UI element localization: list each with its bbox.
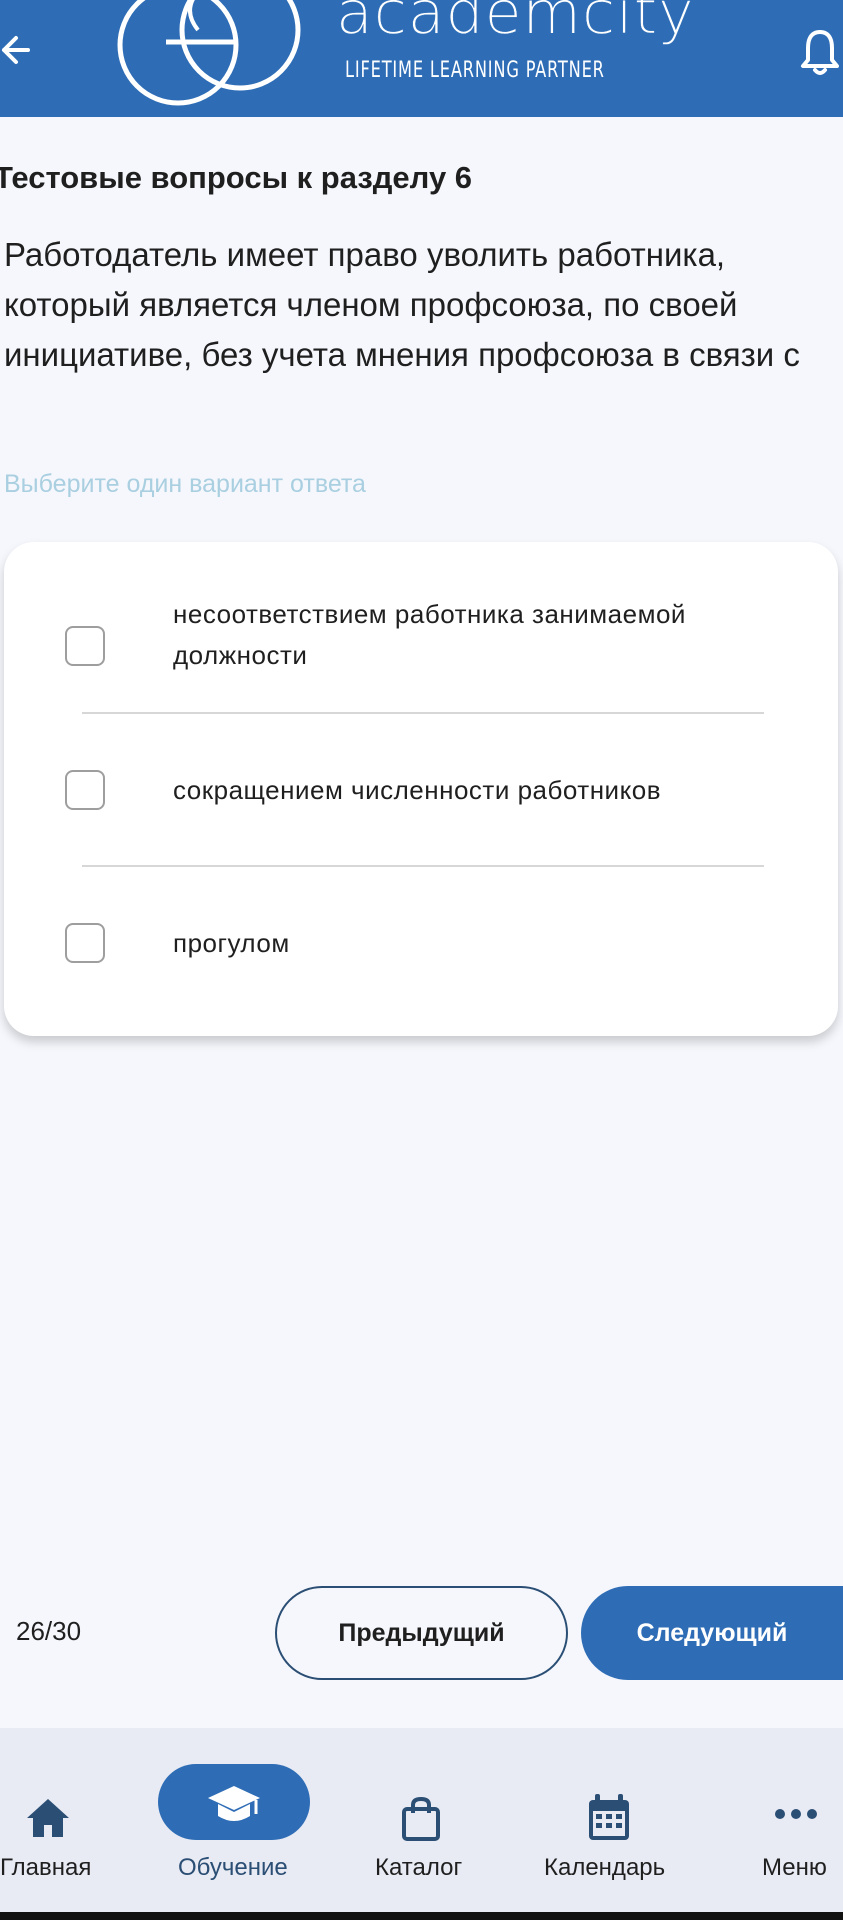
answer-hint: Выберите один вариант ответа bbox=[4, 470, 366, 498]
nav-item-menu[interactable]: Меню bbox=[758, 1728, 843, 1912]
option-checkbox[interactable] bbox=[65, 626, 105, 666]
logo-tagline: LIFETIME LEARNING PARTNER bbox=[345, 58, 605, 83]
option-label: сокращением численности работников bbox=[173, 775, 662, 805]
nav-item-home[interactable]: Главная bbox=[0, 1728, 96, 1912]
nav-label: Календарь bbox=[544, 1854, 666, 1881]
nav-item-calendar[interactable]: Календарь bbox=[542, 1728, 682, 1912]
question-text: Работодатель имеет право уволить работни… bbox=[4, 236, 800, 373]
logo-wordmark: academcity bbox=[336, 0, 695, 48]
nav-item-learning[interactable]: Обучение bbox=[158, 1728, 310, 1912]
option-label: прогулом bbox=[173, 928, 290, 958]
calendar-icon bbox=[589, 1794, 629, 1840]
graduation-cap-icon bbox=[208, 1786, 260, 1821]
app-header: academcity LIFETIME LEARNING PARTNER bbox=[0, 0, 843, 117]
section-title: Тестовые вопросы к разделу 6 bbox=[0, 160, 473, 195]
question-counter: 26/30 bbox=[16, 1616, 82, 1646]
option-label: несоответствием работника занимаемой дол… bbox=[173, 599, 686, 670]
answer-options-card: несоответствием работника занимаемой дол… bbox=[4, 542, 838, 1036]
arrow-left-icon bbox=[2, 36, 30, 64]
next-button[interactable]: Следующий bbox=[581, 1586, 843, 1680]
more-dots-icon bbox=[775, 1809, 817, 1819]
logo-mark-icon bbox=[117, 0, 301, 106]
option-checkbox[interactable] bbox=[65, 770, 105, 810]
previous-button[interactable]: Предыдущий bbox=[275, 1586, 568, 1680]
bell-icon bbox=[801, 30, 839, 75]
option-checkbox[interactable] bbox=[65, 923, 105, 963]
system-bar bbox=[0, 1912, 843, 1920]
notifications-button[interactable] bbox=[798, 24, 843, 80]
bottom-navigation: Главная Обучение Каталог Календарь Меню bbox=[0, 1728, 843, 1912]
nav-item-catalog[interactable]: Каталог bbox=[372, 1728, 472, 1912]
divider bbox=[82, 712, 764, 714]
nav-label: Главная bbox=[0, 1854, 92, 1881]
nav-label: Каталог bbox=[375, 1854, 463, 1881]
divider bbox=[82, 865, 764, 867]
back-button[interactable] bbox=[0, 22, 40, 78]
nav-label: Обучение bbox=[178, 1854, 288, 1881]
nav-label: Меню bbox=[762, 1854, 827, 1881]
shopping-bag-icon bbox=[402, 1796, 440, 1841]
home-icon bbox=[27, 1799, 69, 1837]
